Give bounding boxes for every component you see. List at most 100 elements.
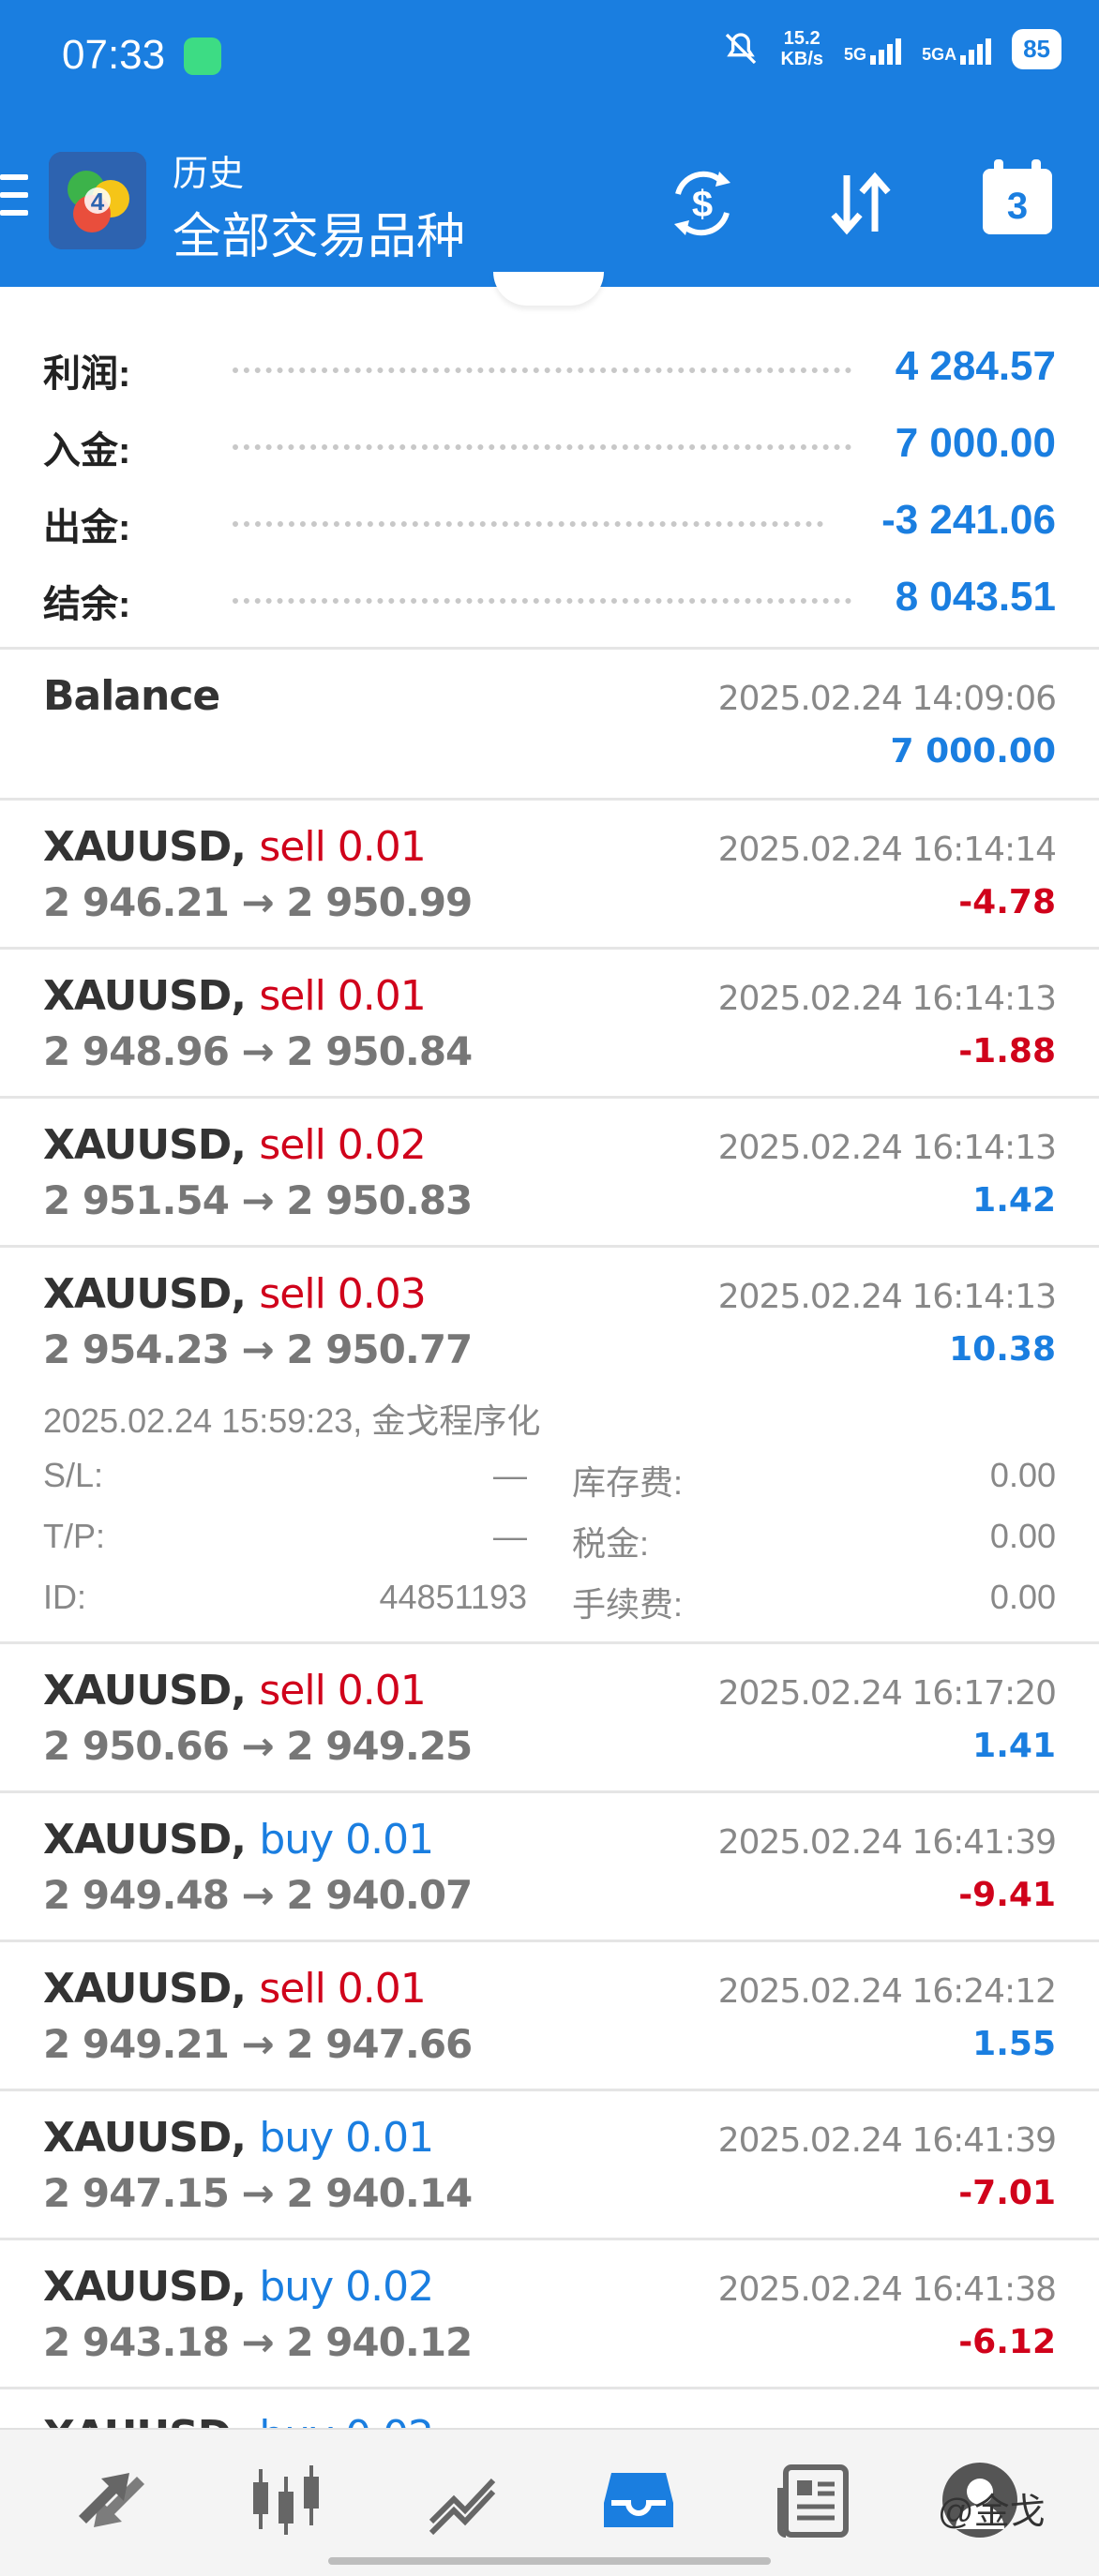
swap-label: 库存费: xyxy=(572,1463,684,1502)
trade-profit: -1.88 xyxy=(958,1032,1056,1071)
trade-symbol: XAUUSD, xyxy=(43,2412,247,2428)
trade-time: 2025.02.24 16:17:20 xyxy=(717,1674,1057,1713)
fee-value: 0.00 xyxy=(989,1578,1056,1616)
trade-row[interactable]: XAUUSD, buy 0.01 2 949.48 → 2 940.07 202… xyxy=(0,1793,1099,1939)
trade-symbol: XAUUSD, xyxy=(43,1816,247,1864)
battery-indicator: 85 xyxy=(1012,28,1061,69)
status-time: 07:33 xyxy=(62,32,166,78)
app-header: 4 历史 全部交易品种 $ 3 xyxy=(0,116,1099,287)
trade-prices: 2 943.18 → 2 940.12 xyxy=(43,2319,473,2365)
trade-profit: -9.41 xyxy=(958,1876,1056,1914)
trade-symbol: XAUUSD, xyxy=(43,1965,247,2013)
trade-row-expanded[interactable]: XAUUSD, sell 0.03 2 954.23 → 2 950.77 20… xyxy=(0,1248,1099,1641)
trade-side: buy 0.01 xyxy=(259,2114,434,2162)
trade-prices: 2 954.23 → 2 950.77 xyxy=(43,1326,473,1372)
trade-symbol: XAUUSD, xyxy=(43,1270,247,1318)
sort-icon[interactable] xyxy=(820,163,900,244)
trade-prices: 2 951.54 → 2 950.83 xyxy=(43,1177,473,1223)
bottom-navigation xyxy=(0,2428,1099,2576)
header-subtitle: 历史 xyxy=(173,155,245,194)
trade-symbol: XAUUSD, xyxy=(43,1121,247,1169)
mute-bell-icon xyxy=(726,33,757,65)
balance-label: Balance xyxy=(43,672,220,720)
trade-side: buy 0.01 xyxy=(259,1816,434,1864)
trade-time: 2025.02.24 16:14:13 xyxy=(717,1129,1057,1167)
trade-row[interactable]: XAUUSD, sell 0.01 2 949.21 → 2 947.66 20… xyxy=(0,1942,1099,2089)
summary-withdrawal: 出金: -3 241.06 xyxy=(43,497,1056,548)
trade-symbol: XAUUSD, xyxy=(43,2263,247,2311)
trade-profit: 1.42 xyxy=(972,1181,1056,1220)
trade-symbol: XAUUSD, xyxy=(43,972,247,1020)
tp-value: — xyxy=(493,1517,527,1555)
home-indicator[interactable] xyxy=(328,2557,771,2565)
trade-row-partial[interactable]: XAUUSD, buy 0.02 xyxy=(0,2389,1099,2428)
svg-text:4: 4 xyxy=(91,187,105,216)
app-logo: 4 xyxy=(49,152,146,249)
trade-icon[interactable] xyxy=(420,2458,504,2542)
tax-label: 税金: xyxy=(572,1524,650,1563)
trade-row[interactable]: XAUUSD, sell 0.01 2 946.21 → 2 950.99 20… xyxy=(0,801,1099,947)
trade-prices: 2 949.48 → 2 940.07 xyxy=(43,1872,473,1918)
signal-5g: 5G xyxy=(844,33,902,65)
trade-symbol: XAUUSD, xyxy=(43,1667,247,1715)
id-value: 44851193 xyxy=(379,1578,528,1616)
trade-row[interactable]: XAUUSD, sell 0.01 2 950.66 → 2 949.25 20… xyxy=(0,1644,1099,1790)
menu-icon[interactable] xyxy=(0,174,28,219)
chart-candles-icon[interactable] xyxy=(244,2458,328,2542)
summary-deposit: 入金: 7 000.00 xyxy=(43,420,1056,472)
tp-label: T/P: xyxy=(43,1517,106,1555)
signal-bars-icon xyxy=(960,33,992,65)
sl-value: — xyxy=(493,1456,527,1494)
trade-time: 2025.02.24 16:14:14 xyxy=(717,831,1057,869)
trade-prices: 2 947.15 → 2 940.14 xyxy=(43,2170,473,2216)
trade-row[interactable]: XAUUSD, sell 0.01 2 948.96 → 2 950.84 20… xyxy=(0,950,1099,1096)
trade-symbol: XAUUSD, xyxy=(43,2114,247,2162)
trade-row[interactable]: XAUUSD, buy 0.02 2 943.18 → 2 940.12 202… xyxy=(0,2240,1099,2387)
news-icon[interactable] xyxy=(771,2458,855,2542)
trade-symbol: XAUUSD, xyxy=(43,823,247,871)
trade-time: 2025.02.24 16:41:38 xyxy=(717,2270,1057,2309)
trade-open-info: 2025.02.24 15:59:23, 金戈程序化 xyxy=(43,1401,541,1440)
pull-handle[interactable] xyxy=(493,272,604,306)
trade-prices: 2 948.96 → 2 950.84 xyxy=(43,1028,473,1074)
watermark-text: @金戈 xyxy=(938,2493,1046,2532)
trade-prices: 2 946.21 → 2 950.99 xyxy=(43,879,473,925)
trade-time: 2025.02.24 16:41:39 xyxy=(717,1823,1057,1862)
trade-side: sell 0.02 xyxy=(259,1121,426,1169)
trade-profit: -7.01 xyxy=(958,2174,1056,2212)
trade-time: 2025.02.24 16:14:13 xyxy=(717,1278,1057,1316)
trade-profit: 1.41 xyxy=(972,1727,1056,1765)
trade-row[interactable]: XAUUSD, sell 0.02 2 951.54 → 2 950.83 20… xyxy=(0,1099,1099,1245)
trade-row[interactable]: XAUUSD, buy 0.01 2 947.15 → 2 940.14 202… xyxy=(0,2091,1099,2238)
trade-time: 2025.02.24 16:41:39 xyxy=(717,2121,1057,2160)
svg-text:$: $ xyxy=(692,184,713,225)
signal-bars-icon xyxy=(870,33,902,65)
trade-profit: -4.78 xyxy=(958,883,1056,921)
trade-side: buy 0.02 xyxy=(259,2412,434,2428)
trade-profit: 1.55 xyxy=(972,2025,1056,2063)
sl-label: S/L: xyxy=(43,1456,104,1494)
balance-time: 2025.02.24 14:09:06 xyxy=(717,680,1057,718)
tax-value: 0.00 xyxy=(989,1517,1056,1555)
trade-side: sell 0.01 xyxy=(259,1965,426,2013)
swap-value: 0.00 xyxy=(989,1456,1056,1494)
summary-profit: 利润: 4 284.57 xyxy=(43,343,1056,395)
balance-amount: 7 000.00 xyxy=(890,732,1056,771)
trade-side: sell 0.03 xyxy=(259,1270,426,1318)
trade-side: sell 0.01 xyxy=(259,972,426,1020)
quotes-icon[interactable] xyxy=(69,2458,154,2542)
trade-side: sell 0.01 xyxy=(259,1667,426,1715)
trade-time: 2025.02.24 16:24:12 xyxy=(717,1972,1057,2011)
trade-side: sell 0.01 xyxy=(259,823,426,871)
trade-profit: 10.38 xyxy=(949,1330,1056,1369)
header-title: 全部交易品种 xyxy=(173,210,466,264)
currency-exchange-icon[interactable]: $ xyxy=(662,163,743,244)
fee-label: 手续费: xyxy=(572,1585,684,1624)
status-bar: 07:33 15.2 KB/s 5G 5GA 85 xyxy=(0,0,1099,116)
history-inbox-icon[interactable] xyxy=(596,2458,681,2542)
balance-row[interactable]: Balance 2025.02.24 14:09:06 7 000.00 xyxy=(0,650,1099,798)
calendar-icon[interactable]: 3 xyxy=(983,159,1052,234)
trade-time: 2025.02.24 16:14:13 xyxy=(717,980,1057,1018)
trade-prices: 2 949.21 → 2 947.66 xyxy=(43,2021,473,2067)
notification-app-icon xyxy=(184,37,221,75)
